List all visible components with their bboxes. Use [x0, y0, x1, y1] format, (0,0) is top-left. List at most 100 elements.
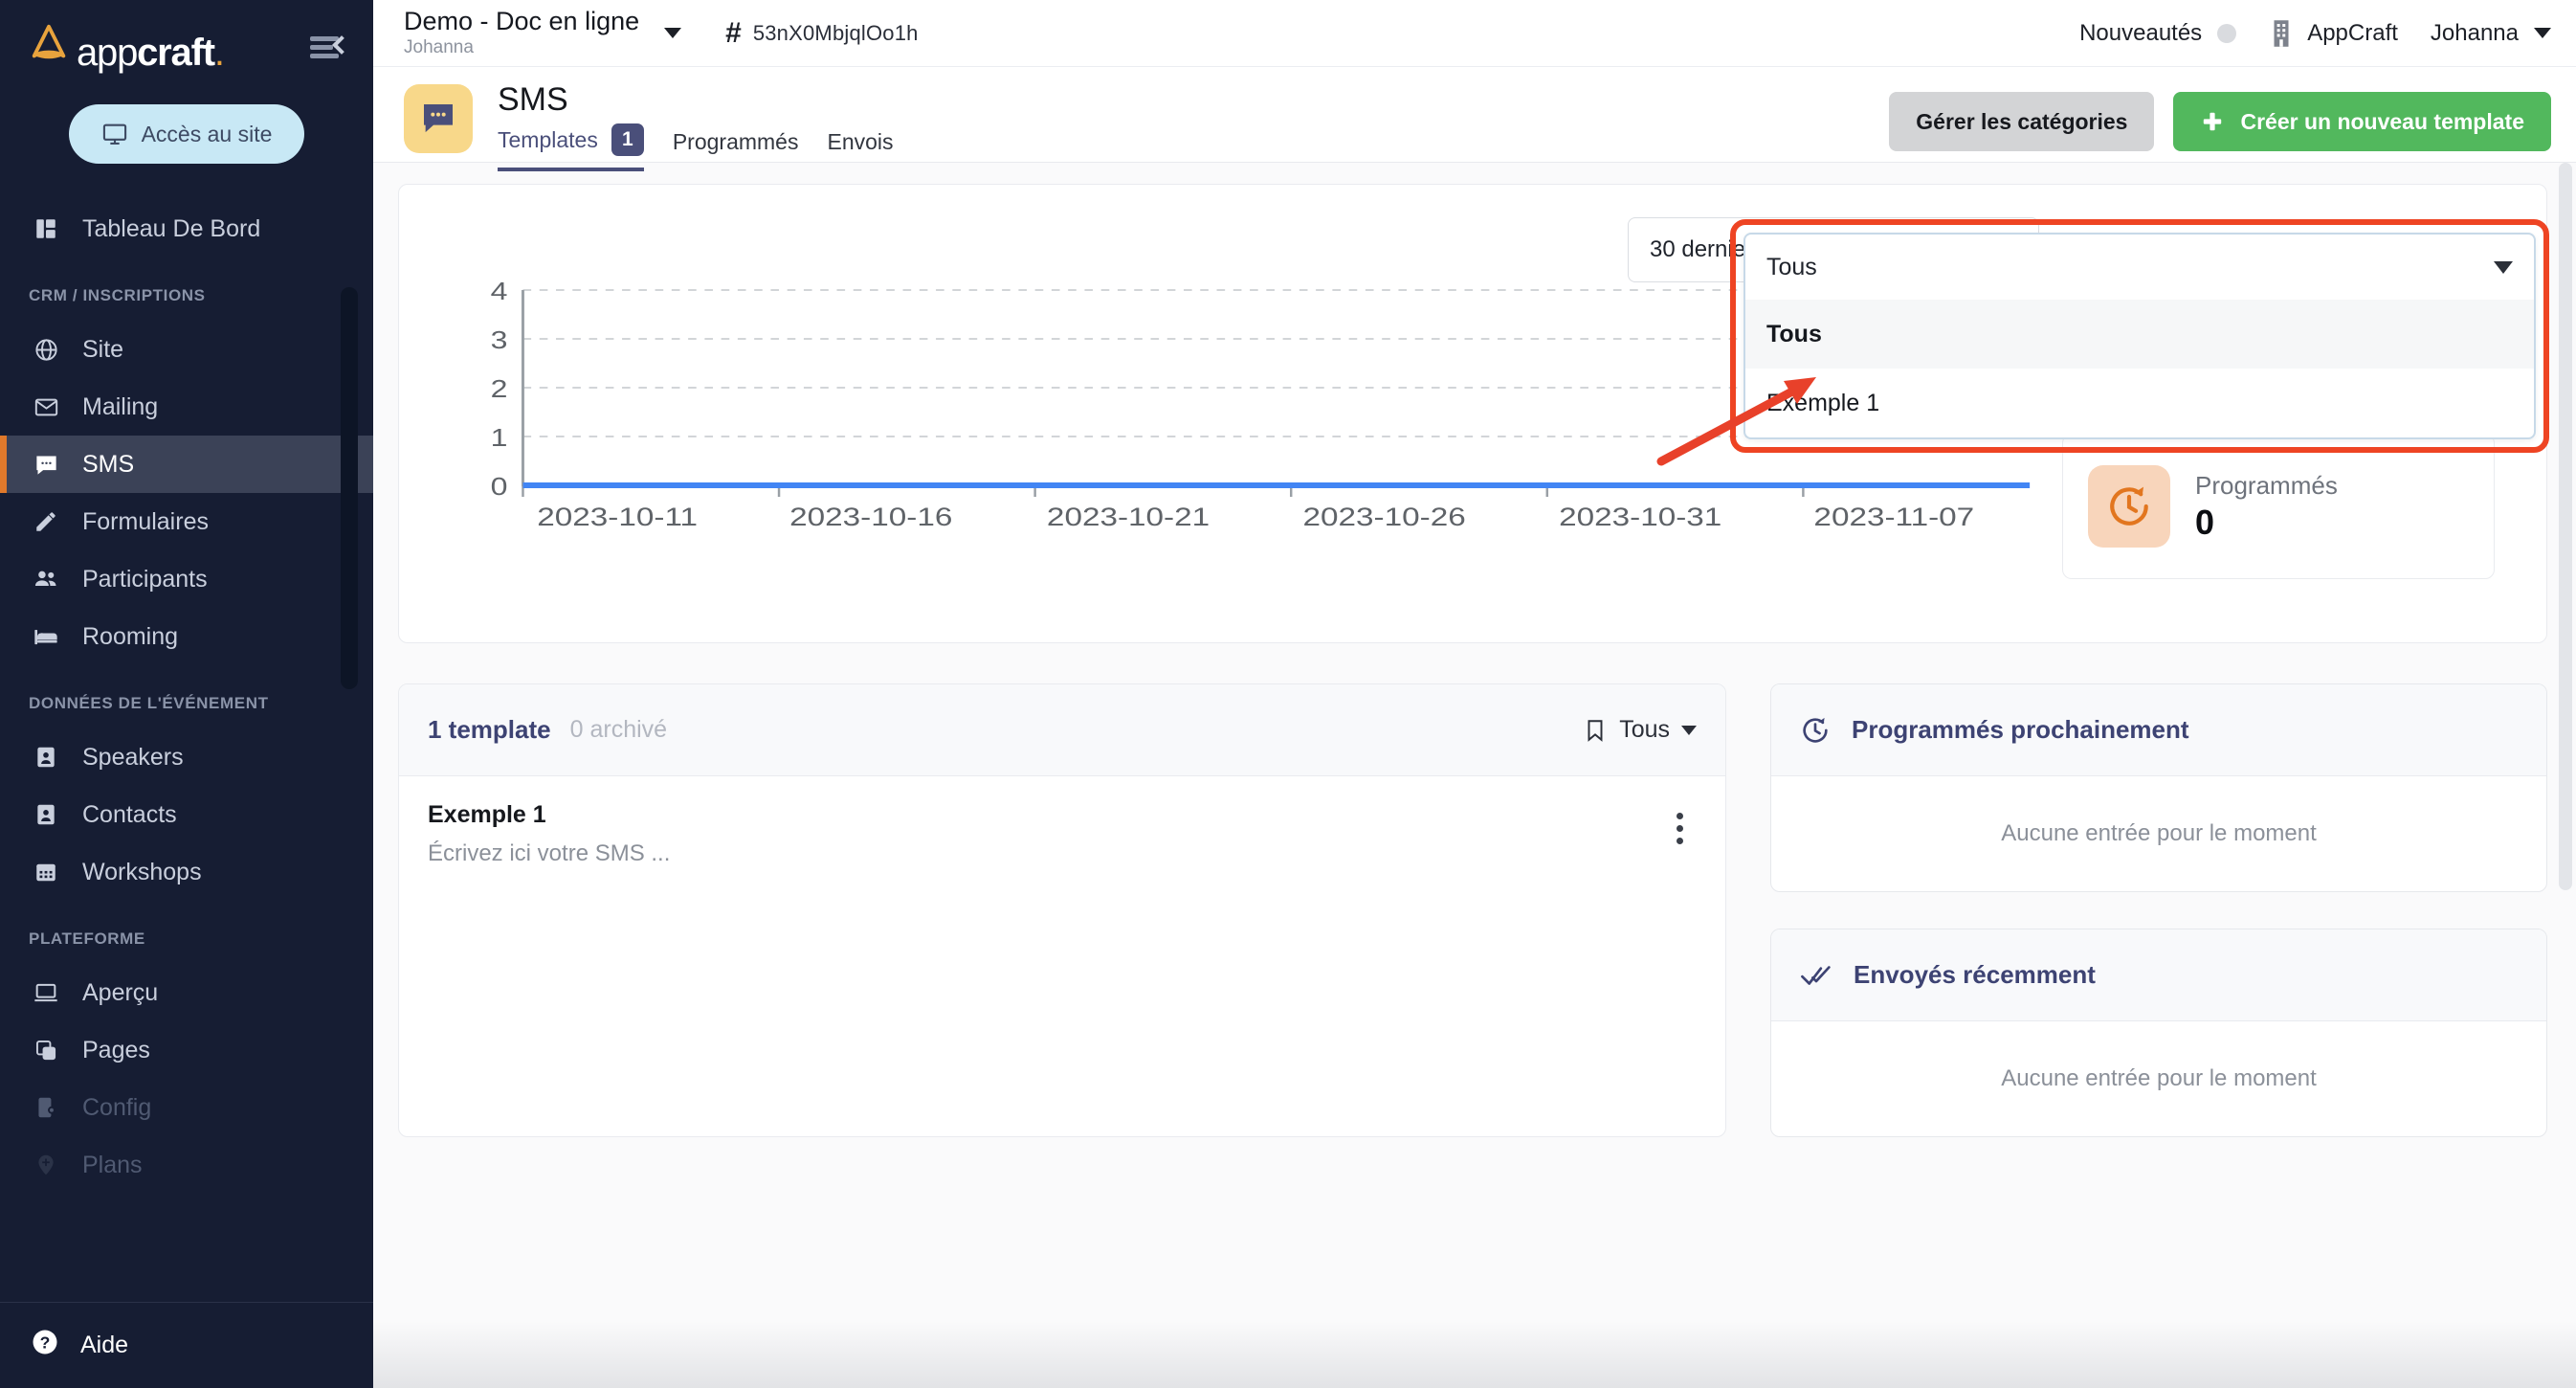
- history-clock-icon: [2088, 465, 2170, 548]
- appcraft-logo[interactable]: appcraft.: [27, 21, 225, 74]
- building-icon: [2274, 19, 2289, 47]
- sidebar-item-config[interactable]: Config: [0, 1079, 373, 1136]
- upcoming-scheduled-header: Programmés prochainement: [1771, 684, 2546, 776]
- tab-programmes[interactable]: Programmés: [673, 129, 799, 167]
- dropdown-option-exemple-1[interactable]: Exemple 1: [1745, 369, 2534, 437]
- x-tick-label: 2023-10-21: [1047, 504, 1210, 531]
- sidebar-item-formulaires[interactable]: Formulaires: [0, 493, 373, 550]
- lower-section: 1 template 0 archivé Tous Exemple 1 Écri…: [398, 683, 2547, 1137]
- collapse-sidebar-icon[interactable]: [310, 33, 351, 61]
- project-name: Demo - Doc en ligne: [404, 6, 640, 35]
- bottom-fade-overlay: [373, 1321, 2576, 1388]
- project-switcher[interactable]: Demo - Doc en ligne Johanna: [404, 6, 682, 58]
- side-panels: Programmés prochainement Aucune entrée p…: [1770, 683, 2547, 1137]
- svg-text:4: 4: [491, 280, 508, 305]
- pages-icon: [31, 1038, 61, 1063]
- laptop-icon: [31, 979, 61, 1006]
- user-name: Johanna: [2430, 19, 2519, 46]
- appcraft-mark-icon: [32, 24, 66, 59]
- sidebar-item-label: Site: [82, 335, 124, 363]
- chevron-down-icon: [1681, 725, 1697, 735]
- upcoming-scheduled-title: Programmés prochainement: [1852, 715, 2189, 744]
- user-menu[interactable]: Johanna: [2431, 20, 2551, 47]
- project-id-value: 53nX0MbjqlOo1h: [752, 20, 919, 45]
- sidebar-item-plans[interactable]: Plans: [0, 1136, 373, 1194]
- svg-text:1: 1: [491, 425, 508, 453]
- template-row[interactable]: Exemple 1 Écrivez ici votre SMS ...: [399, 776, 1725, 896]
- page-header-actions: Gérer les catégories Créer un nouveau te…: [1889, 92, 2551, 151]
- tab-label: Templates: [498, 126, 598, 152]
- sidebar-item-site[interactable]: Site: [0, 321, 373, 378]
- tab-label: Programmés: [672, 128, 799, 154]
- hash-icon: #: [725, 16, 742, 49]
- tab-envois[interactable]: Envois: [827, 129, 893, 167]
- sidebar-item-speakers[interactable]: Speakers: [0, 728, 373, 786]
- template-count: 1 template: [428, 715, 551, 744]
- globe-icon: [31, 337, 61, 363]
- templates-filter-select[interactable]: Tous: [1583, 716, 1697, 745]
- tab-badge-count: 1: [611, 123, 644, 157]
- chevron-down-icon: [2494, 260, 2513, 274]
- sidebar-item-label: Formulaires: [82, 507, 209, 535]
- sidebar-item-label: Aperçu: [82, 978, 159, 1006]
- mail-icon: [31, 394, 61, 420]
- sidebar-item-label: SMS: [82, 450, 135, 478]
- sidebar-item-participants[interactable]: Participants: [0, 550, 373, 608]
- organization-label: AppCraft: [2307, 19, 2398, 46]
- templates-panel-header: 1 template 0 archivé Tous: [399, 684, 1725, 776]
- x-tick-label: 2023-10-16: [789, 504, 952, 531]
- sidebar-item-label: Workshops: [82, 858, 202, 885]
- sidebar-item-aide[interactable]: ? Aide: [0, 1302, 373, 1388]
- brand-text-bold: craft: [137, 32, 215, 74]
- manage-categories-button[interactable]: Gérer les catégories: [1889, 92, 2155, 151]
- svg-text:?: ?: [40, 1332, 51, 1352]
- sidebar-item-apercu[interactable]: Aperçu: [0, 964, 373, 1021]
- sidebar-item-rooming[interactable]: Rooming: [0, 608, 373, 665]
- sidebar-item-tableau-de-bord[interactable]: Tableau De Bord: [0, 200, 373, 257]
- sidebar-scrollbar[interactable]: [341, 287, 358, 689]
- sidebar-item-label: Mailing: [82, 392, 159, 420]
- sidebar-help-label: Aide: [80, 1332, 129, 1358]
- access-site-label: Accès au site: [141, 121, 273, 146]
- news-badge-dot: [2217, 23, 2237, 43]
- bed-icon: [31, 623, 61, 650]
- project-owner: Johanna: [404, 37, 474, 58]
- sidebar-item-mailing[interactable]: Mailing: [0, 378, 373, 436]
- svg-text:2: 2: [491, 376, 508, 404]
- sidebar-item-sms[interactable]: SMS: [0, 436, 373, 493]
- sidebar-brand-row: appcraft.: [0, 0, 373, 72]
- create-template-button[interactable]: Créer un nouveau template: [2173, 92, 2551, 151]
- create-template-label: Créer un nouveau template: [2240, 108, 2524, 134]
- template-filter-select[interactable]: Tous: [1745, 235, 2534, 300]
- svg-text:3: 3: [491, 327, 508, 355]
- recently-sent-title: Envoyés récemment: [1854, 960, 2096, 989]
- calendar-icon: [31, 860, 61, 884]
- access-site-button[interactable]: Accès au site: [69, 104, 304, 164]
- scheduled-stat-label: Programmés: [2195, 470, 2338, 500]
- brand-text-light: app: [77, 32, 138, 74]
- content-scrollbar[interactable]: [2559, 163, 2572, 890]
- sidebar-item-workshops[interactable]: Workshops: [0, 843, 373, 901]
- svg-text:0: 0: [491, 474, 508, 502]
- sidebar-item-label: Participants: [82, 565, 208, 593]
- x-tick-label: 2023-11-07: [1813, 504, 1974, 531]
- sidebar-item-contacts[interactable]: Contacts: [0, 786, 373, 843]
- organization-button[interactable]: AppCraft: [2269, 19, 2398, 48]
- sidebar-item-label: Pages: [82, 1036, 150, 1063]
- page-title: SMS: [498, 81, 568, 118]
- scheduled-stat-text: Programmés 0: [2195, 471, 2338, 543]
- news-button[interactable]: Nouveautés: [2079, 20, 2237, 47]
- sidebar-section-donnees: DONNÉES DE L'ÉVÉNEMENT: [29, 694, 269, 712]
- x-tick-label: 2023-10-31: [1559, 504, 1721, 531]
- x-tick-label: 2023-10-26: [1303, 504, 1466, 531]
- template-filter-dropdown-box: Tous Tous Exemple 1: [1743, 233, 2536, 439]
- page-meta: SMS Templates 1 Programmés Envois: [498, 81, 894, 172]
- sidebar-item-pages[interactable]: Pages: [0, 1021, 373, 1079]
- template-row-menu-icon[interactable]: [1662, 813, 1697, 844]
- recently-sent-header: Envoyés récemment: [1771, 929, 2546, 1021]
- template-filter-value: Tous: [1766, 253, 1817, 280]
- phone-gear-icon: [31, 1095, 61, 1120]
- dashboard-icon: [31, 216, 61, 241]
- sidebar-item-label: Contacts: [82, 800, 177, 828]
- dropdown-option-tous[interactable]: Tous: [1745, 300, 2534, 369]
